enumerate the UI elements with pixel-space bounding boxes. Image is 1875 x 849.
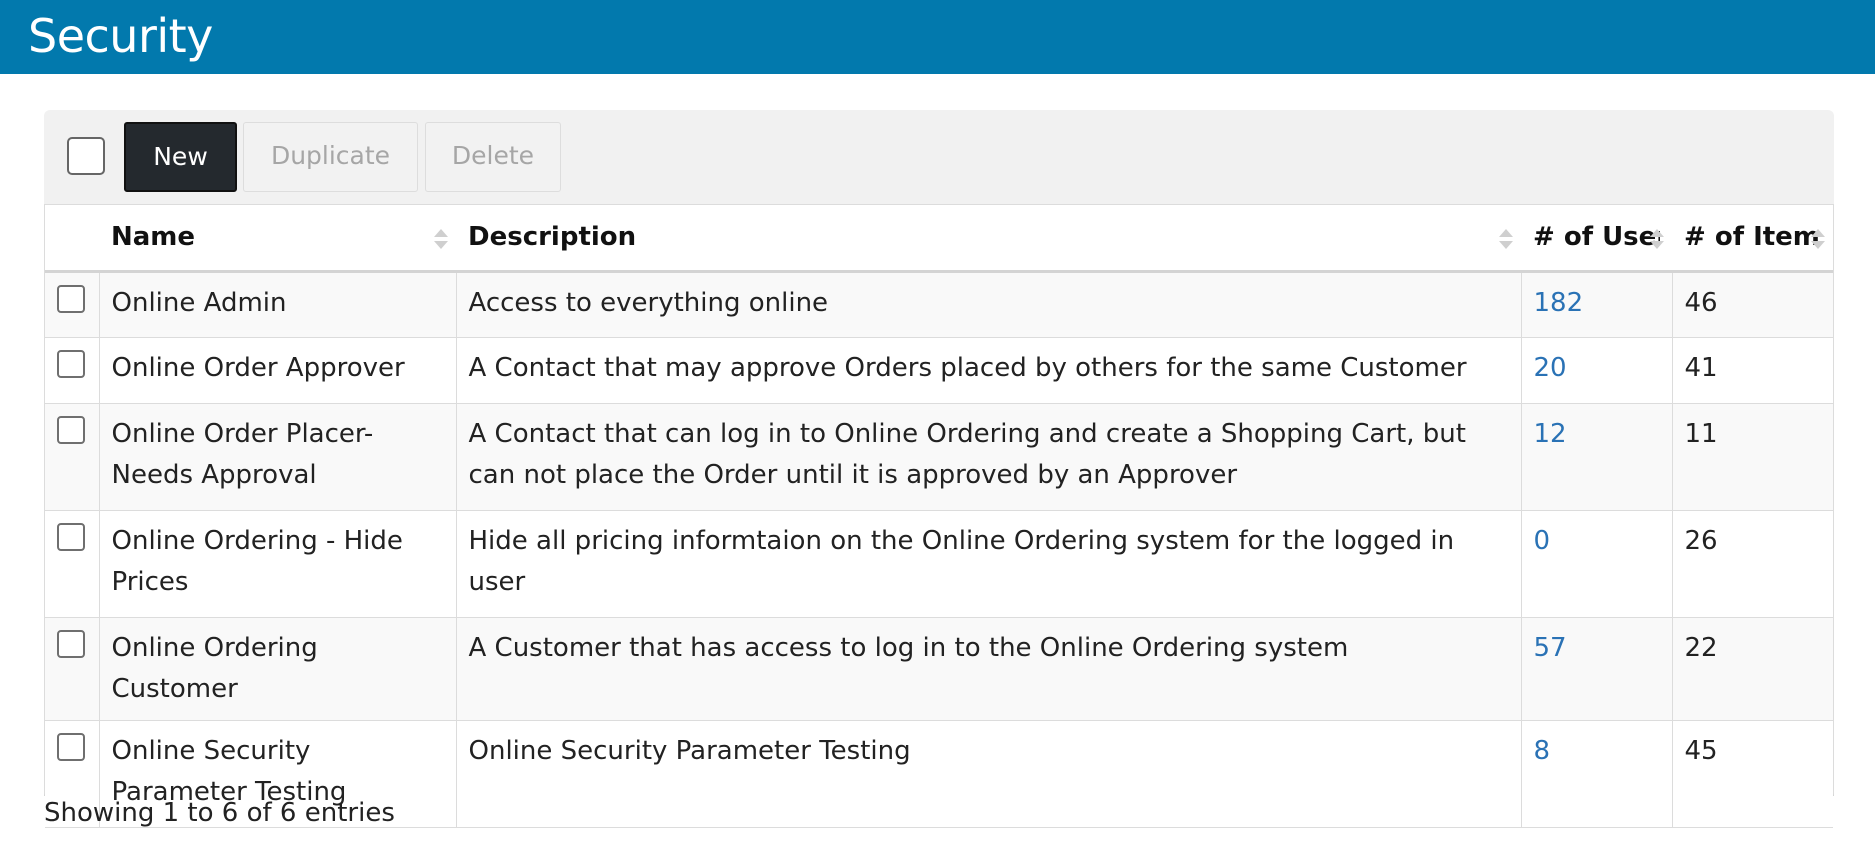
sort-icon — [1499, 227, 1513, 253]
user-count-link[interactable]: 12 — [1534, 419, 1567, 449]
user-count-link[interactable]: 20 — [1534, 353, 1567, 383]
role-description-cell: A Contact that may approve Orders placed… — [456, 337, 1522, 404]
select-all-checkbox[interactable] — [67, 137, 105, 175]
sort-icon — [434, 227, 448, 253]
user-count-cell: 12 — [1521, 403, 1673, 511]
item-count-cell: 46 — [1672, 271, 1833, 338]
row-checkbox[interactable] — [57, 522, 85, 551]
role-description-cell: A Customer that has access to log in to … — [456, 617, 1522, 721]
column-header-description[interactable]: Description — [456, 205, 1521, 273]
row-checkbox[interactable] — [57, 349, 85, 378]
item-count-cell: 45 — [1672, 720, 1833, 828]
user-count-link[interactable]: 182 — [1534, 288, 1584, 318]
row-checkbox-cell — [45, 271, 100, 338]
item-count-cell: 11 — [1672, 403, 1833, 511]
row-checkbox-cell — [45, 510, 100, 618]
sort-icon — [1650, 227, 1664, 253]
role-description-cell: Hide all pricing informtaion on the Onli… — [456, 510, 1522, 618]
user-count-cell: 8 — [1521, 720, 1673, 828]
role-name-cell: Online Ordering Customer — [99, 617, 457, 721]
table-row[interactable]: Online Admin Access to everything online… — [45, 271, 1833, 338]
item-count-cell: 41 — [1672, 337, 1833, 404]
row-checkbox[interactable] — [57, 415, 85, 444]
role-description-cell: Online Security Parameter Testing — [456, 720, 1522, 828]
column-header-label: Name — [111, 222, 196, 253]
row-checkbox[interactable] — [57, 284, 85, 313]
security-panel: New Duplicate Delete Name Description # … — [44, 110, 1834, 828]
table-row[interactable]: Online Ordering Customer A Customer that… — [45, 617, 1833, 721]
column-header-name[interactable]: Name — [99, 205, 456, 273]
security-table: Name Description # of Users # of Items — [45, 205, 1833, 828]
column-header-items[interactable]: # of Items — [1672, 205, 1833, 273]
column-header-users[interactable]: # of Users — [1521, 205, 1672, 273]
column-header-label: # of Users — [1533, 222, 1660, 253]
page-header: Security — [0, 0, 1875, 74]
user-count-link[interactable]: 57 — [1534, 633, 1567, 663]
table-row[interactable]: Online Order Approver A Contact that may… — [45, 337, 1833, 404]
column-header-label: # of Items — [1684, 222, 1821, 253]
table-header-row: Name Description # of Users # of Items — [45, 205, 1833, 273]
table-row[interactable]: Online Ordering - Hide Prices Hide all p… — [45, 510, 1833, 618]
role-name-cell: Online Order Approver — [99, 337, 457, 404]
item-count-cell: 26 — [1672, 510, 1833, 618]
security-table-container: Name Description # of Users # of Items — [44, 204, 1834, 828]
user-count-cell: 57 — [1521, 617, 1673, 721]
row-checkbox-cell — [45, 617, 100, 721]
sort-icon — [1811, 227, 1825, 253]
user-count-link[interactable]: 0 — [1534, 526, 1551, 556]
row-checkbox-cell — [45, 403, 100, 511]
new-button[interactable]: New — [124, 122, 237, 192]
user-count-link[interactable]: 8 — [1534, 736, 1551, 766]
table-row[interactable]: Online Order Placer-Needs Approval A Con… — [45, 403, 1833, 511]
header-checkbox-cell — [45, 205, 99, 273]
table-info: Showing 1 to 6 of 6 entries — [44, 798, 395, 828]
row-checkbox[interactable] — [57, 629, 85, 658]
row-checkbox[interactable] — [57, 732, 85, 761]
role-description-cell: Access to everything online — [456, 271, 1522, 338]
delete-button[interactable]: Delete — [425, 122, 561, 192]
user-count-cell: 0 — [1521, 510, 1673, 618]
toolbar: New Duplicate Delete — [44, 110, 1834, 204]
column-header-label: Description — [468, 222, 637, 253]
role-description-cell: A Contact that can log in to Online Orde… — [456, 403, 1522, 511]
role-name-cell: Online Admin — [99, 271, 457, 338]
item-count-cell: 22 — [1672, 617, 1833, 721]
row-checkbox-cell — [45, 337, 100, 404]
duplicate-button[interactable]: Duplicate — [243, 122, 418, 192]
role-name-cell: Online Ordering - Hide Prices — [99, 510, 457, 618]
user-count-cell: 182 — [1521, 271, 1673, 338]
user-count-cell: 20 — [1521, 337, 1673, 404]
page-title: Security — [28, 9, 213, 63]
role-name-cell: Online Order Placer-Needs Approval — [99, 403, 457, 511]
